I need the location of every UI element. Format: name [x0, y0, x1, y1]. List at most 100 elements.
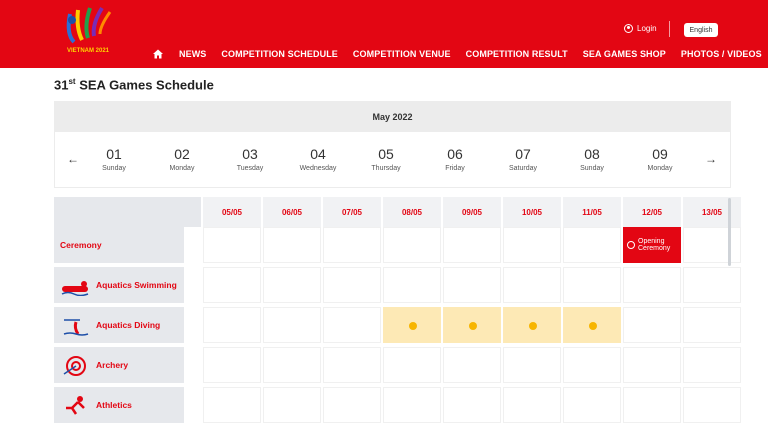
day-number: 04 — [310, 146, 326, 162]
event-dot-icon — [469, 322, 477, 330]
date-header: 09/05 — [443, 197, 501, 227]
schedule-cell — [263, 267, 321, 303]
header-divider — [669, 21, 670, 37]
schedule-cell — [263, 347, 321, 383]
schedule-cell — [683, 387, 741, 423]
login-link[interactable]: Login — [624, 24, 657, 33]
opening-line-1: Opening — [638, 238, 665, 245]
logo-text: VIETNAM 2021 — [67, 48, 110, 54]
sport-row-label[interactable]: Aquatics Swimming — [54, 267, 184, 303]
sport-row-label[interactable]: Athletics — [54, 387, 184, 423]
day-weekday: Wednesday — [299, 165, 337, 172]
schedule-cell — [383, 387, 441, 423]
date-header: 10/05 — [503, 197, 561, 227]
day-weekday: Friday — [445, 165, 465, 172]
schedule-cell — [683, 227, 741, 263]
sport-name: Archery — [96, 360, 129, 370]
nav-news[interactable]: NEWS — [179, 49, 206, 59]
grid-corner — [54, 197, 201, 227]
schedule-cell — [443, 267, 501, 303]
date-picker: May 2022 ← → 01 Sunday 02 Monday 03 Tuesday… — [54, 101, 731, 188]
title-number: 31 — [54, 77, 69, 93]
opening-line-2: Ceremony — [638, 245, 671, 252]
nav-competition-venue[interactable]: COMPETITION VENUE — [353, 49, 451, 59]
nav-competition-result[interactable]: COMPETITION RESULT — [466, 49, 568, 59]
schedule-cell — [443, 227, 501, 263]
date-header: 11/05 — [563, 197, 621, 227]
day-weekday: Sunday — [102, 165, 126, 172]
schedule-cell — [623, 267, 681, 303]
schedule-cell — [263, 387, 321, 423]
home-icon[interactable] — [152, 48, 164, 60]
opening-ceremony-label: Opening Ceremony — [638, 238, 670, 252]
day-item[interactable]: 08 Sunday — [562, 146, 622, 172]
date-header: 06/05 — [263, 197, 321, 227]
day-number: 09 — [652, 146, 668, 162]
sea-games-logo[interactable]: VIETNAM 2021 — [60, 4, 116, 60]
day-number: 06 — [447, 146, 463, 162]
schedule-cell — [503, 387, 561, 423]
nav-photos-videos[interactable]: PHOTOS / VIDEOS — [681, 49, 762, 59]
schedule-cell — [623, 387, 681, 423]
schedule-cell — [503, 267, 561, 303]
page-title: 31st SEA Games Schedule — [54, 77, 214, 92]
day-item[interactable]: 03 Tuesday — [220, 146, 280, 172]
sport-row-label[interactable]: Archery — [54, 347, 184, 383]
day-weekday: Tuesday — [236, 165, 264, 172]
swimming-icon — [61, 281, 89, 296]
day-item[interactable]: 09 Monday — [630, 146, 690, 172]
schedule-cell — [323, 227, 381, 263]
day-weekday: Thursday — [371, 165, 401, 172]
arrow-left-icon[interactable]: ← — [67, 152, 79, 166]
schedule-cell — [563, 267, 621, 303]
date-header: 05/05 — [203, 197, 261, 227]
event-cell[interactable] — [443, 307, 501, 343]
event-dot-icon — [589, 322, 597, 330]
schedule-cell — [623, 307, 681, 343]
date-header: 07/05 — [323, 197, 381, 227]
day-number: 08 — [584, 146, 600, 162]
date-header: 13/05 — [683, 197, 741, 227]
user-icon — [624, 24, 633, 33]
day-weekday: Monday — [169, 165, 195, 172]
schedule-cell — [443, 387, 501, 423]
sport-row-label[interactable]: Aquatics Diving — [54, 307, 184, 343]
sport-name: Aquatics Swimming — [96, 280, 177, 290]
schedule-cell — [203, 227, 261, 263]
event-dot-icon — [409, 322, 417, 330]
month-label: May 2022 — [55, 102, 730, 132]
horizontal-scrollbar[interactable] — [728, 198, 731, 266]
schedule-cell — [563, 347, 621, 383]
event-cell[interactable] — [503, 307, 561, 343]
schedule-cell — [323, 347, 381, 383]
arrow-right-icon[interactable]: → — [705, 152, 717, 166]
schedule-cell — [263, 227, 321, 263]
day-item[interactable]: 07 Saturday — [493, 146, 553, 172]
event-cell[interactable] — [563, 307, 621, 343]
schedule-cell — [503, 347, 561, 383]
day-number: 07 — [515, 146, 531, 162]
day-number: 01 — [106, 146, 122, 162]
title-ordinal: st — [68, 77, 76, 86]
day-item[interactable]: 01 Sunday — [84, 146, 144, 172]
nav-competition-schedule[interactable]: COMPETITION SCHEDULE — [221, 49, 338, 59]
sport-name: Ceremony — [60, 240, 102, 250]
opening-ceremony-event[interactable]: Opening Ceremony — [623, 227, 681, 263]
nav-sea-games-shop[interactable]: SEA GAMES SHOP — [583, 49, 666, 59]
schedule-cell — [683, 347, 741, 383]
schedule-cell — [263, 307, 321, 343]
language-selector[interactable]: English — [684, 23, 718, 37]
day-weekday: Monday — [647, 165, 673, 172]
day-strip: ← → 01 Sunday 02 Monday 03 Tuesday 04 Wednes… — [55, 132, 730, 187]
day-item[interactable]: 04 Wednesday — [288, 146, 348, 172]
event-cell[interactable] — [383, 307, 441, 343]
schedule-cell — [383, 227, 441, 263]
day-item[interactable]: 02 Monday — [152, 146, 212, 172]
sport-row-label[interactable]: Ceremony — [54, 227, 184, 263]
day-item[interactable]: 06 Friday — [425, 146, 485, 172]
archery-icon — [63, 356, 86, 376]
schedule-cell — [443, 347, 501, 383]
day-item[interactable]: 05 Thursday — [356, 146, 416, 172]
schedule-cell — [203, 307, 261, 343]
schedule-cell — [203, 347, 261, 383]
